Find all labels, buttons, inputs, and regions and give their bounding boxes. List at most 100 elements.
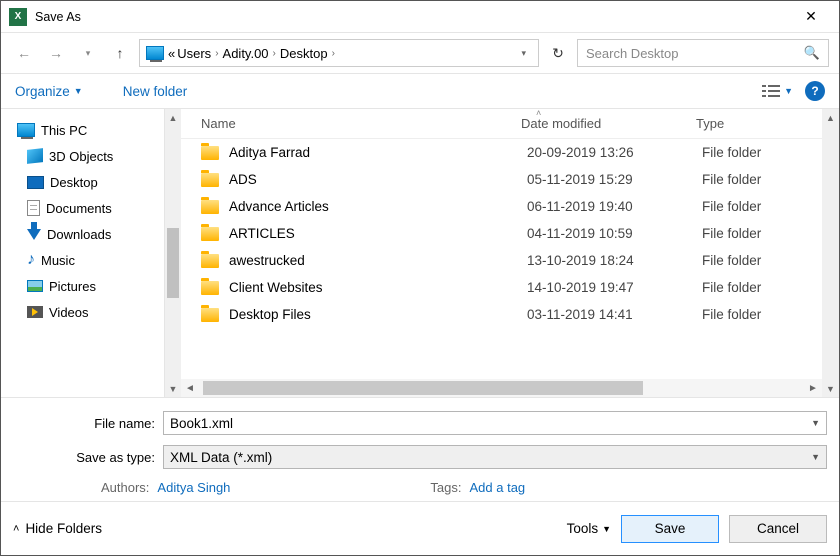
file-type: File folder <box>702 253 822 268</box>
filename-label: File name: <box>13 416 163 431</box>
horizontal-scrollbar[interactable]: ◄ ► <box>181 379 822 397</box>
file-type: File folder <box>702 145 822 160</box>
file-type: File folder <box>702 172 822 187</box>
doc-icon <box>27 200 40 216</box>
column-header-name[interactable]: Name <box>201 116 521 131</box>
scroll-right-icon[interactable]: ► <box>804 383 822 394</box>
scroll-up-icon[interactable]: ▲ <box>165 109 181 126</box>
titlebar: X Save As ✕ <box>1 1 839 33</box>
savetype-select[interactable]: XML Data (*.xml) ▼ <box>163 445 827 469</box>
file-name: Aditya Farrad <box>229 145 527 160</box>
search-placeholder: Search Desktop <box>586 46 679 61</box>
recent-dropdown[interactable]: ▾ <box>75 40 101 66</box>
folder-icon <box>201 308 219 322</box>
file-type: File folder <box>702 280 822 295</box>
scroll-left-icon[interactable]: ◄ <box>181 383 199 394</box>
file-date: 04-11-2019 10:59 <box>527 226 702 241</box>
tree-item-music[interactable]: ♪Music <box>17 247 164 273</box>
scroll-thumb[interactable] <box>167 228 179 298</box>
chevron-down-icon[interactable]: ▼ <box>811 418 820 428</box>
file-type: File folder <box>702 226 822 241</box>
file-type: File folder <box>702 307 822 322</box>
file-list-scrollbar[interactable]: ▲ ▼ <box>822 109 839 397</box>
content-area: This PC 3D ObjectsDesktopDocumentsDownlo… <box>1 109 839 398</box>
file-date: 14-10-2019 19:47 <box>527 280 702 295</box>
tree-item-downloads[interactable]: Downloads <box>17 221 164 247</box>
scroll-thumb[interactable] <box>203 381 643 395</box>
scroll-up-icon[interactable]: ▲ <box>822 109 839 126</box>
list-item[interactable]: Client Websites14-10-2019 19:47File fold… <box>181 274 822 301</box>
file-name: Client Websites <box>229 280 527 295</box>
folder-icon <box>201 281 219 295</box>
sort-indicator-icon: ˄ <box>536 109 541 118</box>
dl-icon <box>27 229 41 240</box>
3d-icon <box>27 148 43 164</box>
authors-label: Authors: <box>101 480 149 495</box>
file-date: 06-11-2019 19:40 <box>527 199 702 214</box>
save-button[interactable]: Save <box>621 515 719 543</box>
tools-menu[interactable]: Tools ▼ <box>567 521 611 536</box>
nav-tree: This PC 3D ObjectsDesktopDocumentsDownlo… <box>1 109 181 397</box>
forward-button[interactable]: → <box>43 40 69 66</box>
list-item[interactable]: ARTICLES04-11-2019 10:59File folder <box>181 220 822 247</box>
list-item[interactable]: ADS05-11-2019 15:29File folder <box>181 166 822 193</box>
tree-item-desktop[interactable]: Desktop <box>17 169 164 195</box>
sidebar-scrollbar[interactable]: ▲ ▼ <box>164 109 181 397</box>
cancel-button[interactable]: Cancel <box>729 515 827 543</box>
hide-folders-button[interactable]: ˄ Hide Folders <box>13 521 102 536</box>
organize-menu[interactable]: Organize▼ <box>15 84 83 99</box>
list-item[interactable]: Aditya Farrad20-09-2019 13:26File folder <box>181 139 822 166</box>
help-button[interactable]: ? <box>805 81 825 101</box>
chevron-up-icon: ˄ <box>13 523 19 535</box>
back-button[interactable]: ← <box>11 40 37 66</box>
refresh-button[interactable]: ↻ <box>545 40 571 66</box>
column-header-date[interactable]: Date modified <box>521 116 696 131</box>
close-button[interactable]: ✕ <box>791 1 831 33</box>
list-item[interactable]: Desktop Files03-11-2019 14:41File folder <box>181 301 822 328</box>
file-name: ADS <box>229 172 527 187</box>
folder-icon <box>201 146 219 160</box>
file-date: 03-11-2019 14:41 <box>527 307 702 322</box>
chevron-down-icon: ▼ <box>602 524 611 534</box>
file-date: 05-11-2019 15:29 <box>527 172 702 187</box>
tree-item-documents[interactable]: Documents <box>17 195 164 221</box>
scroll-down-icon[interactable]: ▼ <box>822 380 839 397</box>
new-folder-button[interactable]: New folder <box>123 84 188 99</box>
scroll-down-icon[interactable]: ▼ <box>165 380 181 397</box>
column-headers: ˄ Name Date modified Type <box>181 109 822 139</box>
up-button[interactable]: ↑ <box>107 40 133 66</box>
savetype-label: Save as type: <box>13 450 163 465</box>
breadcrumb-users[interactable]: Users <box>175 46 213 61</box>
this-pc-icon <box>17 123 35 137</box>
chevron-right-icon: › <box>330 48 337 59</box>
vid-icon <box>27 306 43 318</box>
search-icon: 🔍 <box>804 45 820 61</box>
breadcrumb-desktop[interactable]: Desktop <box>278 46 330 61</box>
address-bar[interactable]: « Users › Adity.00 › Desktop › ▾ <box>139 39 539 67</box>
search-input[interactable]: Search Desktop 🔍 <box>577 39 829 67</box>
file-name: ARTICLES <box>229 226 527 241</box>
save-form: File name: Book1.xml ▼ Save as type: XML… <box>1 398 839 501</box>
filename-input[interactable]: Book1.xml ▼ <box>163 411 827 435</box>
file-name: awestrucked <box>229 253 527 268</box>
tree-item-3d-objects[interactable]: 3D Objects <box>17 143 164 169</box>
chevron-right-icon: › <box>271 48 278 59</box>
tree-item-videos[interactable]: Videos <box>17 299 164 325</box>
tags-value[interactable]: Add a tag <box>470 480 526 495</box>
file-date: 20-09-2019 13:26 <box>527 145 702 160</box>
chevron-down-icon[interactable]: ▼ <box>811 452 820 462</box>
list-item[interactable]: awestrucked13-10-2019 18:24File folder <box>181 247 822 274</box>
tree-item-pictures[interactable]: Pictures <box>17 273 164 299</box>
view-options-button[interactable]: ▼ <box>762 84 793 98</box>
list-item[interactable]: Advance Articles06-11-2019 19:40File fol… <box>181 193 822 220</box>
column-header-type[interactable]: Type <box>696 116 822 131</box>
file-list-pane: ˄ Name Date modified Type Aditya Farrad2… <box>181 109 839 397</box>
address-dropdown[interactable]: ▾ <box>515 48 532 59</box>
tree-this-pc[interactable]: This PC <box>17 117 164 143</box>
folder-icon <box>201 173 219 187</box>
breadcrumb-root-glyph: « <box>168 46 175 61</box>
window-title: Save As <box>35 10 81 24</box>
breadcrumb-user[interactable]: Adity.00 <box>221 46 271 61</box>
authors-value[interactable]: Aditya Singh <box>157 480 230 495</box>
list-view-icon <box>762 84 780 98</box>
